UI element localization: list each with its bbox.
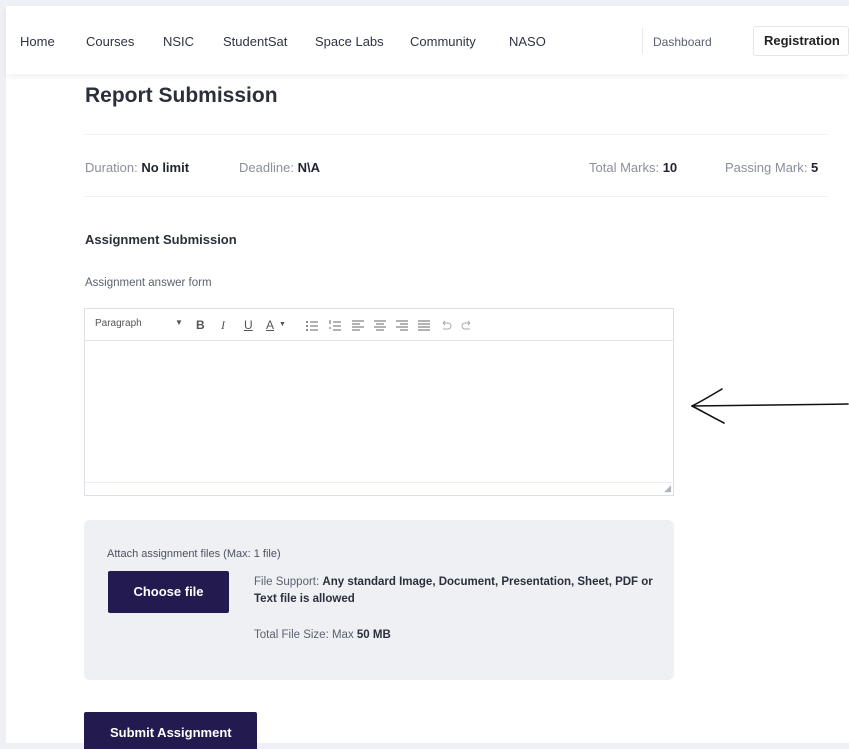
divider [85,196,827,197]
redo-icon[interactable] [461,319,473,330]
page: Home Courses NSIC StudentSat Space Labs … [6,6,849,749]
chevron-down-icon[interactable]: ▼ [279,321,286,328]
page-title: Report Submission [85,84,278,107]
nav-courses[interactable]: Courses [86,34,134,49]
file-size-info: Total File Size: Max 50 MB [254,629,391,641]
file-support-label: File Support: [254,576,320,588]
nav-studentsat[interactable]: StudentSat [223,34,287,49]
file-support-info: File Support: Any standard Image, Docume… [254,574,654,608]
passing-mark: Passing Mark: 5 [725,160,818,175]
arrow-left-icon [691,388,849,424]
block-format-value: Paragraph [95,318,142,329]
duration-label: Duration: [85,160,138,175]
bullet-list-icon[interactable] [306,320,318,331]
align-center-icon[interactable] [374,320,386,331]
underline-icon[interactable]: U [244,318,253,332]
resize-handle-icon[interactable]: ◢ [664,483,671,494]
submit-assignment-button[interactable]: Submit Assignment [84,712,257,749]
attachment-panel: Attach assignment files (Max: 1 file) Ch… [84,520,674,680]
attach-label: Attach assignment files (Max: 1 file) [107,548,281,560]
passing-mark-label: Passing Mark: [725,160,808,175]
duration: Duration: No limit [85,160,189,175]
top-nav: Home Courses NSIC StudentSat Space Labs … [6,6,849,74]
nav-home[interactable]: Home [20,34,55,49]
total-marks-label: Total Marks: [589,160,660,175]
file-size-label: Total File Size: Max [254,629,354,641]
editor-statusbar: ◢ [85,482,673,495]
justify-icon[interactable] [418,320,430,331]
bold-icon[interactable]: B [196,318,205,332]
passing-mark-value: 5 [811,160,819,175]
editor-text-area[interactable] [85,341,673,481]
registration-button[interactable]: Registration [753,26,849,56]
answer-editor: Paragraph ▼ B I U A ▼ ◢ [84,308,674,496]
nav-community[interactable]: Community [410,34,476,49]
chevron-down-icon: ▼ [175,318,183,327]
nav-space-labs[interactable]: Space Labs [315,34,384,49]
divider [85,134,827,135]
nav-dashboard[interactable]: Dashboard [653,35,712,49]
deadline-value: N\A [297,160,320,175]
nav-naso[interactable]: NASO [509,34,546,49]
form-label: Assignment answer form [85,277,212,289]
deadline: Deadline: N\A [239,160,320,175]
file-size-value: 50 MB [356,629,391,641]
nav-divider [642,28,643,54]
align-right-icon[interactable] [396,320,408,331]
total-marks: Total Marks: 10 [589,160,677,175]
total-marks-value: 10 [662,160,678,175]
deadline-label: Deadline: [239,160,294,175]
section-title: Assignment Submission [85,232,237,247]
align-left-icon[interactable] [352,320,364,331]
text-color-icon[interactable]: A [266,318,274,332]
duration-value: No limit [141,160,190,175]
numbered-list-icon[interactable] [329,320,341,331]
italic-icon[interactable]: I [221,318,225,333]
block-format-select[interactable]: Paragraph ▼ [95,318,195,329]
nav-nsic[interactable]: NSIC [163,34,194,49]
undo-icon[interactable] [440,319,452,330]
choose-file-button[interactable]: Choose file [108,571,229,613]
editor-toolbar: Paragraph ▼ B I U A ▼ [85,309,673,341]
